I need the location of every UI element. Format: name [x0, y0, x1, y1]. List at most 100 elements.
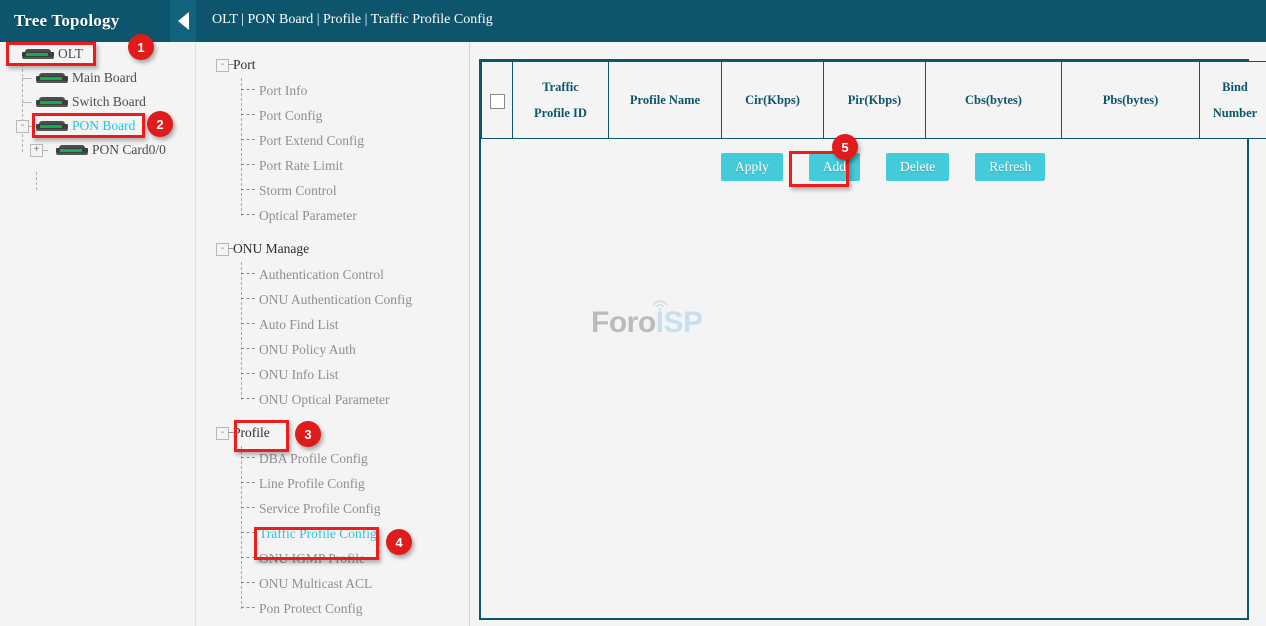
tree-topology-title: Tree Topology [0, 11, 119, 31]
menu-item-dba-profile-config[interactable]: DBA Profile Config [197, 446, 469, 471]
add-button[interactable]: Add [809, 153, 860, 181]
menu-item-label: DBA Profile Config [259, 451, 368, 467]
device-icon [56, 145, 88, 156]
menu-connector [241, 348, 255, 349]
menu-item-pon-protect-config[interactable]: Pon Protect Config [197, 596, 469, 621]
menu-connector [241, 373, 255, 374]
menu-connector [241, 139, 255, 140]
menu-connector [228, 248, 234, 249]
device-icon [22, 49, 54, 60]
column-label-line2: Profile ID [534, 106, 587, 120]
menu-connector [241, 214, 255, 215]
menu-item-label: ONU Authentication Config [259, 292, 412, 308]
tree-node-main-board[interactable]: Main Board [0, 66, 137, 90]
menu-item-line-profile-config[interactable]: Line Profile Config [197, 471, 469, 496]
traffic-profile-table-container: Traffic Profile ID Profile Name Cir(Kbps… [479, 59, 1249, 620]
menu-item-onu-info-list[interactable]: ONU Info List [197, 362, 469, 387]
menu-item-optical-parameter[interactable]: Optical Parameter [197, 203, 469, 228]
select-all-header [482, 62, 513, 139]
refresh-button[interactable]: Refresh [975, 153, 1045, 181]
menu-item-label: Service Profile Config [259, 501, 380, 517]
select-all-checkbox[interactable] [490, 94, 505, 109]
menu-item-onu-policy-auth[interactable]: ONU Policy Auth [197, 337, 469, 362]
tree-topology-panel: Tree Topology OLT Main Board [0, 0, 196, 626]
tree-connector [22, 102, 32, 103]
menu-item-label: Port Rate Limit [259, 158, 343, 174]
menu-connector [241, 298, 255, 299]
column-traffic-profile-id[interactable]: Traffic Profile ID [513, 62, 609, 139]
menu-item-traffic-profile-config[interactable]: Traffic Profile Config [197, 521, 469, 546]
menu-item-port-rate-limit[interactable]: Port Rate Limit [197, 153, 469, 178]
menu-item-onu-authentication-config[interactable]: ONU Authentication Config [197, 287, 469, 312]
menu-item-label: Storm Control [259, 183, 337, 199]
menu-item-storm-control[interactable]: Storm Control [197, 178, 469, 203]
menu-item-list: Authentication Control ONU Authentication… [197, 262, 469, 412]
watermark-text-foro: Foro [591, 306, 656, 339]
tree-node-pon-board[interactable]: - PON Board [0, 114, 135, 138]
menu-connector [241, 273, 255, 274]
tree-node-label: Switch Board [72, 94, 146, 110]
menu-item-label: Port Info [259, 83, 307, 99]
menu-item-auto-find-list[interactable]: Auto Find List [197, 312, 469, 337]
column-label-line1: Bind [1222, 80, 1248, 94]
menu-group-expander[interactable]: - [216, 427, 229, 440]
menu-group-spacer [197, 621, 469, 626]
menu-item-onu-optical-parameter[interactable]: ONU Optical Parameter [197, 387, 469, 412]
menu-item-port-config[interactable]: Port Config [197, 103, 469, 128]
tree-connector [22, 78, 32, 79]
menu-item-label: Port Extend Config [259, 133, 364, 149]
column-label: Cir(Kbps) [745, 93, 800, 107]
tree-node-pon-card[interactable]: + PON Card0/0 [0, 138, 166, 162]
menu-item-authentication-control[interactable]: Authentication Control [197, 262, 469, 287]
menu-group-profile[interactable]: -Profile [197, 420, 469, 446]
menu-group-expander[interactable]: - [216, 59, 229, 72]
menu-group-port[interactable]: -Port [197, 52, 469, 78]
device-icon [36, 121, 68, 132]
menu-item-port-info[interactable]: Port Info [197, 78, 469, 103]
column-label: Pir(Kbps) [848, 93, 901, 107]
menu-connector [241, 457, 255, 458]
menu-group-spacer [197, 228, 469, 236]
menu-connector [241, 582, 255, 583]
menu-connector [241, 398, 255, 399]
tree-node-switch-board[interactable]: Switch Board [0, 90, 146, 114]
delete-button[interactable]: Delete [886, 153, 949, 181]
menu-connector [241, 557, 255, 558]
menu-item-label: Auto Find List [259, 317, 339, 333]
foroisp-watermark: ForoISP [591, 306, 703, 340]
action-button-bar: Apply Add Delete Refresh [481, 153, 1247, 187]
menu-item-service-profile-config[interactable]: Service Profile Config [197, 496, 469, 521]
chevron-left-icon[interactable] [170, 0, 196, 42]
column-cir-kbps[interactable]: Cir(Kbps) [722, 62, 824, 139]
device-icon [36, 97, 68, 108]
breadcrumb: OLT | PON Board | Profile | Traffic Prof… [196, 0, 1266, 28]
tree-node-olt[interactable]: OLT [0, 42, 83, 66]
main-content: Traffic Profile ID Profile Name Cir(Kbps… [470, 42, 1266, 626]
menu-group-expander[interactable]: - [216, 243, 229, 256]
menu-item-onu-multicast-acl[interactable]: ONU Multicast ACL [197, 571, 469, 596]
apply-button[interactable]: Apply [721, 153, 783, 181]
menu-item-label: Authentication Control [259, 267, 384, 283]
antenna-icon [651, 297, 669, 311]
menu-item-port-extend-config[interactable]: Port Extend Config [197, 128, 469, 153]
column-cbs-bytes[interactable]: Cbs(bytes) [926, 62, 1062, 139]
menu-connector [241, 323, 255, 324]
tree-node-label: PON Card0/0 [92, 142, 166, 158]
tree-node-label: PON Board [72, 118, 135, 134]
column-bind-number[interactable]: Bind Number [1200, 62, 1266, 139]
menu-item-label: Port Config [259, 108, 322, 124]
tree-node-label: Main Board [72, 70, 137, 86]
menu-connector [241, 507, 255, 508]
menu-group-onu-manage[interactable]: -ONU Manage [197, 236, 469, 262]
column-profile-name[interactable]: Profile Name [609, 62, 722, 139]
column-pbs-bytes[interactable]: Pbs(bytes) [1062, 62, 1200, 139]
menu-tree-panel: -Port Port Info Port Config Port Extend Con… [197, 42, 470, 626]
menu-connector [228, 64, 234, 65]
menu-item-list: DBA Profile Config Line Profile Config Ser… [197, 446, 469, 621]
menu-item-onu-igmp-profile[interactable]: ONU IGMP Profile [197, 546, 469, 571]
chevron-left-glyph [178, 12, 189, 30]
column-label: Cbs(bytes) [965, 93, 1022, 107]
column-label-line2: Number [1213, 106, 1257, 120]
column-pir-kbps[interactable]: Pir(Kbps) [824, 62, 926, 139]
tree-connector [28, 126, 34, 127]
